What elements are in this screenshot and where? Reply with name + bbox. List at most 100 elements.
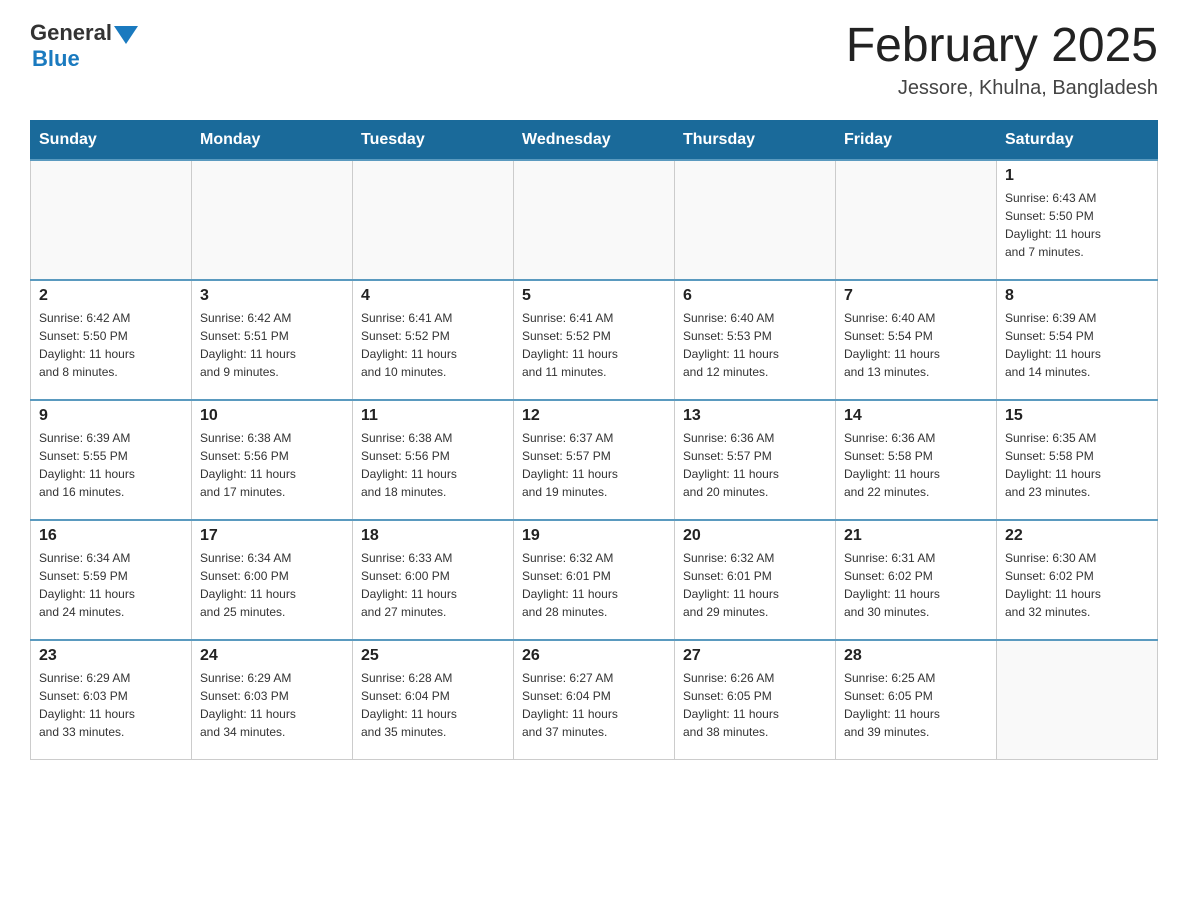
calendar-cell: 5 Sunrise: 6:41 AMSunset: 5:52 PMDaylight… [514,280,675,400]
day-info: Sunrise: 6:34 AMSunset: 5:59 PMDaylight:… [39,549,183,621]
day-number: 28 [844,647,988,665]
day-number: 14 [844,407,988,425]
day-info: Sunrise: 6:42 AMSunset: 5:50 PMDaylight:… [39,309,183,381]
calendar-week-row: 23 Sunrise: 6:29 AMSunset: 6:03 PMDayligh… [31,640,1158,760]
day-info: Sunrise: 6:32 AMSunset: 6:01 PMDaylight:… [522,549,666,621]
calendar-cell [836,160,997,280]
day-info: Sunrise: 6:32 AMSunset: 6:01 PMDaylight:… [683,549,827,621]
calendar-cell: 21 Sunrise: 6:31 AMSunset: 6:02 PMDayligh… [836,520,997,640]
calendar-cell: 27 Sunrise: 6:26 AMSunset: 6:05 PMDayligh… [675,640,836,760]
day-number: 25 [361,647,505,665]
logo: General Blue [30,20,138,72]
day-info: Sunrise: 6:29 AMSunset: 6:03 PMDaylight:… [39,669,183,741]
calendar-cell: 16 Sunrise: 6:34 AMSunset: 5:59 PMDayligh… [31,520,192,640]
day-info: Sunrise: 6:29 AMSunset: 6:03 PMDaylight:… [200,669,344,741]
calendar-cell: 13 Sunrise: 6:36 AMSunset: 5:57 PMDayligh… [675,400,836,520]
calendar-cell [192,160,353,280]
logo-blue-text: Blue [32,46,80,72]
page-header: General Blue February 2025 Jessore, Khul… [30,20,1158,100]
day-info: Sunrise: 6:36 AMSunset: 5:58 PMDaylight:… [844,429,988,501]
day-info: Sunrise: 6:26 AMSunset: 6:05 PMDaylight:… [683,669,827,741]
day-info: Sunrise: 6:39 AMSunset: 5:54 PMDaylight:… [1005,309,1149,381]
day-info: Sunrise: 6:31 AMSunset: 6:02 PMDaylight:… [844,549,988,621]
day-number: 1 [1005,167,1149,185]
day-number: 6 [683,287,827,305]
day-number: 5 [522,287,666,305]
day-info: Sunrise: 6:42 AMSunset: 5:51 PMDaylight:… [200,309,344,381]
calendar-cell [997,640,1158,760]
calendar-subtitle: Jessore, Khulna, Bangladesh [846,77,1158,100]
day-info: Sunrise: 6:37 AMSunset: 5:57 PMDaylight:… [522,429,666,501]
logo-arrow-icon [114,26,138,44]
day-number: 17 [200,527,344,545]
day-number: 10 [200,407,344,425]
day-info: Sunrise: 6:27 AMSunset: 6:04 PMDaylight:… [522,669,666,741]
day-number: 22 [1005,527,1149,545]
calendar-cell: 19Sunrise: 6:32 AMSunset: 6:01 PMDayligh… [514,520,675,640]
day-number: 11 [361,407,505,425]
day-number: 16 [39,527,183,545]
title-section: February 2025 Jessore, Khulna, Banglades… [846,20,1158,100]
calendar-cell: 1 Sunrise: 6:43 AMSunset: 5:50 PMDaylight… [997,160,1158,280]
calendar-cell: 2 Sunrise: 6:42 AMSunset: 5:50 PMDaylight… [31,280,192,400]
day-info: Sunrise: 6:43 AMSunset: 5:50 PMDaylight:… [1005,189,1149,261]
day-info: Sunrise: 6:41 AMSunset: 5:52 PMDaylight:… [522,309,666,381]
day-number: 2 [39,287,183,305]
calendar-cell: 9Sunrise: 6:39 AMSunset: 5:55 PMDaylight… [31,400,192,520]
day-info: Sunrise: 6:38 AMSunset: 5:56 PMDaylight:… [361,429,505,501]
day-number: 13 [683,407,827,425]
weekday-header-row: SundayMondayTuesdayWednesdayThursdayFrid… [31,120,1158,160]
calendar-week-row: 1 Sunrise: 6:43 AMSunset: 5:50 PMDaylight… [31,160,1158,280]
calendar-cell [675,160,836,280]
day-number: 24 [200,647,344,665]
day-info: Sunrise: 6:25 AMSunset: 6:05 PMDaylight:… [844,669,988,741]
day-number: 18 [361,527,505,545]
calendar-cell: 20 Sunrise: 6:32 AMSunset: 6:01 PMDayligh… [675,520,836,640]
day-info: Sunrise: 6:36 AMSunset: 5:57 PMDaylight:… [683,429,827,501]
calendar-cell: 23 Sunrise: 6:29 AMSunset: 6:03 PMDayligh… [31,640,192,760]
day-number: 15 [1005,407,1149,425]
calendar-cell: 8 Sunrise: 6:39 AMSunset: 5:54 PMDaylight… [997,280,1158,400]
day-number: 23 [39,647,183,665]
weekday-header-sunday: Sunday [31,120,192,160]
calendar-cell: 28 Sunrise: 6:25 AMSunset: 6:05 PMDayligh… [836,640,997,760]
calendar-cell [31,160,192,280]
day-info: Sunrise: 6:41 AMSunset: 5:52 PMDaylight:… [361,309,505,381]
calendar-week-row: 9Sunrise: 6:39 AMSunset: 5:55 PMDaylight… [31,400,1158,520]
calendar-cell: 17 Sunrise: 6:34 AMSunset: 6:00 PMDayligh… [192,520,353,640]
day-info: Sunrise: 6:40 AMSunset: 5:53 PMDaylight:… [683,309,827,381]
day-number: 9 [39,407,183,425]
calendar-cell: 12Sunrise: 6:37 AMSunset: 5:57 PMDayligh… [514,400,675,520]
day-number: 8 [1005,287,1149,305]
calendar-cell: 24 Sunrise: 6:29 AMSunset: 6:03 PMDayligh… [192,640,353,760]
calendar-cell: 4Sunrise: 6:41 AMSunset: 5:52 PMDaylight… [353,280,514,400]
calendar-cell: 6 Sunrise: 6:40 AMSunset: 5:53 PMDaylight… [675,280,836,400]
calendar-cell: 18Sunrise: 6:33 AMSunset: 6:00 PMDayligh… [353,520,514,640]
calendar-cell: 14 Sunrise: 6:36 AMSunset: 5:58 PMDayligh… [836,400,997,520]
day-info: Sunrise: 6:40 AMSunset: 5:54 PMDaylight:… [844,309,988,381]
day-info: Sunrise: 6:30 AMSunset: 6:02 PMDaylight:… [1005,549,1149,621]
day-info: Sunrise: 6:35 AMSunset: 5:58 PMDaylight:… [1005,429,1149,501]
calendar-title: February 2025 [846,20,1158,73]
weekday-header-saturday: Saturday [997,120,1158,160]
day-number: 3 [200,287,344,305]
weekday-header-thursday: Thursday [675,120,836,160]
day-number: 20 [683,527,827,545]
weekday-header-friday: Friday [836,120,997,160]
day-info: Sunrise: 6:34 AMSunset: 6:00 PMDaylight:… [200,549,344,621]
calendar-cell: 22 Sunrise: 6:30 AMSunset: 6:02 PMDayligh… [997,520,1158,640]
calendar-cell [353,160,514,280]
logo-general-text: General [30,20,112,46]
calendar-cell: 11 Sunrise: 6:38 AMSunset: 5:56 PMDayligh… [353,400,514,520]
day-info: Sunrise: 6:28 AMSunset: 6:04 PMDaylight:… [361,669,505,741]
calendar-cell: 7Sunrise: 6:40 AMSunset: 5:54 PMDaylight… [836,280,997,400]
calendar-cell: 15 Sunrise: 6:35 AMSunset: 5:58 PMDayligh… [997,400,1158,520]
day-number: 27 [683,647,827,665]
day-number: 21 [844,527,988,545]
calendar-cell [514,160,675,280]
calendar-cell: 3 Sunrise: 6:42 AMSunset: 5:51 PMDaylight… [192,280,353,400]
weekday-header-wednesday: Wednesday [514,120,675,160]
day-number: 26 [522,647,666,665]
calendar-cell: 25 Sunrise: 6:28 AMSunset: 6:04 PMDayligh… [353,640,514,760]
calendar-table: SundayMondayTuesdayWednesdayThursdayFrid… [30,120,1158,761]
